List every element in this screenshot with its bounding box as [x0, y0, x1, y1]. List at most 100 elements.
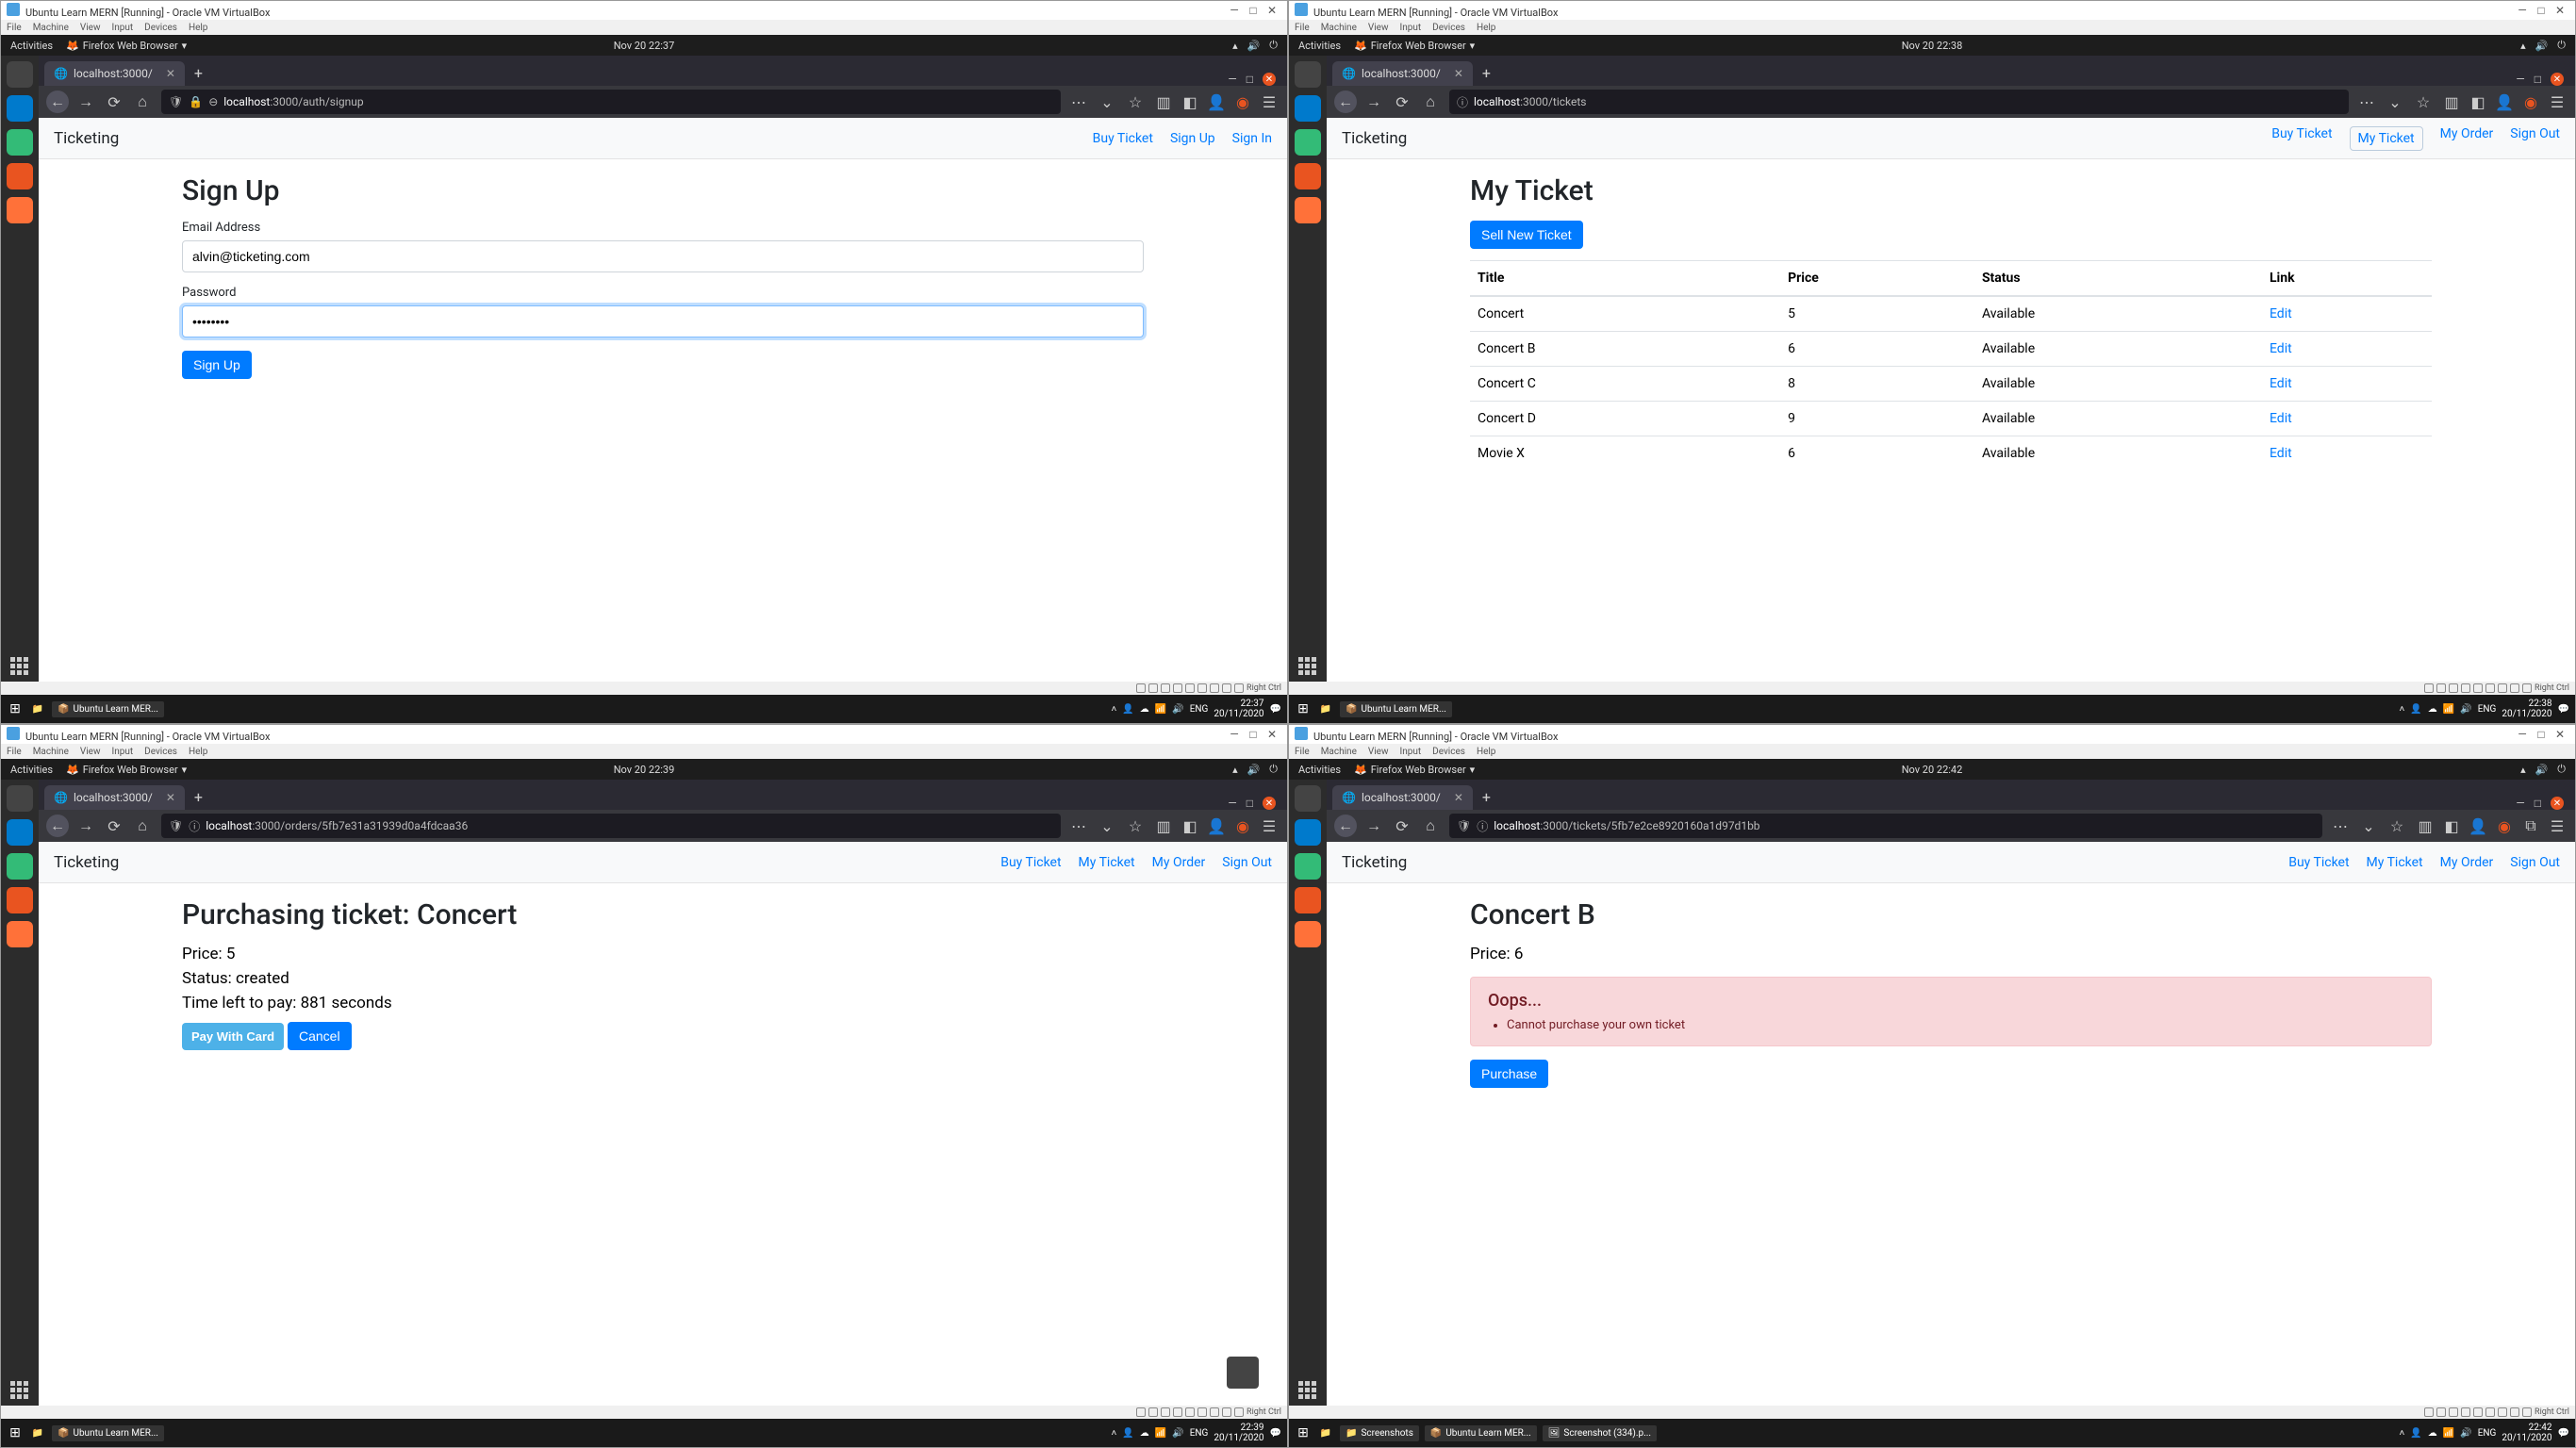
nav-sign-up[interactable]: Sign Up [1170, 131, 1215, 146]
new-tab-button[interactable]: + [185, 60, 212, 86]
menu-help[interactable]: Help [189, 23, 207, 33]
dock-settings-icon[interactable] [1295, 163, 1321, 189]
brand[interactable]: Ticketing [1342, 129, 1407, 148]
menu-input[interactable]: Input [112, 23, 134, 33]
home-button[interactable]: ⌂ [131, 90, 154, 113]
activities-button[interactable]: Activities [10, 40, 53, 52]
tray-volume-icon[interactable]: 🔊 [1172, 704, 1183, 715]
cancel-button[interactable]: Cancel [288, 1022, 352, 1050]
browser-tab[interactable]: 🌐localhost:3000/✕ [44, 61, 185, 86]
tray-cloud-icon[interactable]: ☁ [1140, 704, 1149, 715]
volume-icon[interactable]: 🔊 [1247, 40, 1261, 52]
email-field[interactable] [182, 240, 1144, 272]
nav-my-ticket[interactable]: My Ticket [2350, 126, 2423, 151]
dock-terminal-icon[interactable] [1295, 129, 1321, 156]
edit-link[interactable]: Edit [2270, 376, 2292, 391]
win-minimize[interactable]: — [1228, 73, 1236, 86]
maximize-button[interactable]: □ [2532, 4, 2551, 17]
dock-settings-icon[interactable] [7, 163, 33, 189]
nav-sign-out[interactable]: Sign Out [1222, 855, 1272, 870]
nav-my-ticket[interactable]: My Ticket [1079, 855, 1135, 870]
minimize-button[interactable]: — [1225, 4, 1244, 17]
menu-icon[interactable]: ☰ [1259, 91, 1280, 112]
nav-my-order[interactable]: My Order [2440, 855, 2494, 870]
edit-link[interactable]: Edit [2270, 306, 2292, 321]
sell-new-ticket-button[interactable]: Sell New Ticket [1470, 221, 1583, 249]
tray-up-icon[interactable]: ˄ [1111, 704, 1116, 715]
purchase-button[interactable]: Purchase [1470, 1060, 1548, 1088]
start-button[interactable]: ⊞ [7, 700, 24, 717]
forward-button[interactable]: → [1362, 90, 1385, 113]
network-icon[interactable]: ▴ [1232, 40, 1238, 52]
library-icon[interactable]: ▥ [1153, 91, 1174, 112]
back-button[interactable]: ← [1334, 90, 1357, 113]
password-field[interactable] [182, 305, 1144, 337]
close-button[interactable]: ✕ [1263, 4, 1281, 17]
menu-machine[interactable]: Machine [33, 23, 69, 33]
win-maximize[interactable]: □ [1247, 73, 1253, 86]
sidebar-icon[interactable]: ◧ [1180, 91, 1200, 112]
edit-link[interactable]: Edit [2270, 446, 2292, 461]
win-close[interactable]: ✕ [1263, 73, 1276, 86]
edit-link[interactable]: Edit [2270, 341, 2292, 356]
browser-tab[interactable]: 🌐localhost:3000/✕ [1332, 61, 1473, 86]
pay-button[interactable]: Pay With Card [182, 1023, 284, 1050]
clock[interactable]: Nov 20 22:37 [614, 40, 675, 52]
task-screenshots[interactable]: 📁Screenshots [1340, 1425, 1419, 1441]
tab-close-icon[interactable]: ✕ [1454, 67, 1463, 80]
back-button[interactable]: ← [46, 90, 69, 113]
clock[interactable]: Nov 20 22:39 [614, 764, 675, 776]
tray-people-icon[interactable]: 👤 [1122, 704, 1133, 715]
tray-lang-icon[interactable]: ENG [1190, 704, 1209, 715]
maximize-button[interactable]: □ [1244, 4, 1263, 17]
start-button[interactable]: ⊞ [1295, 700, 1312, 717]
bookmark-icon[interactable]: ☆ [1125, 91, 1146, 112]
dock-terminal-icon[interactable] [7, 129, 33, 156]
dock-files-icon[interactable] [7, 61, 33, 88]
nav-sign-out[interactable]: Sign Out [2510, 126, 2560, 151]
home-button[interactable]: ⌂ [1419, 90, 1442, 113]
address-bar[interactable]: 🛡 🔒 ⊖ localhost:3000/auth/signup [161, 90, 1061, 114]
signup-button[interactable]: Sign Up [182, 351, 252, 379]
nav-my-order[interactable]: My Order [1152, 855, 1206, 870]
show-applications-icon[interactable] [1298, 657, 1317, 676]
menu-view[interactable]: View [80, 23, 101, 33]
notifications-icon[interactable]: 💬 [1270, 704, 1281, 715]
nav-sign-in[interactable]: Sign In [1232, 131, 1272, 146]
brand[interactable]: Ticketing [54, 129, 119, 148]
app-menu[interactable]: Firefox Web Browser [83, 40, 178, 52]
task-virtualbox[interactable]: 📦Ubuntu Learn MER... [52, 701, 164, 717]
minimize-button[interactable]: — [2513, 4, 2532, 17]
tray-wifi-icon[interactable]: 📶 [1155, 704, 1166, 715]
task-photos[interactable]: 🖼Screenshot (334).p... [1543, 1425, 1657, 1441]
reload-button[interactable]: ⟳ [1391, 90, 1413, 113]
clock[interactable]: Nov 20 22:42 [1902, 764, 1963, 776]
extension-icon[interactable]: ◉ [1232, 91, 1253, 112]
activities-button[interactable]: Activities [1298, 40, 1341, 52]
reload-button[interactable]: ⟳ [103, 90, 125, 113]
close-button[interactable]: ✕ [2551, 4, 2569, 17]
dock-vscode-icon[interactable] [1295, 95, 1321, 122]
save-pocket-icon[interactable]: ⌄ [1097, 91, 1117, 112]
show-applications-icon[interactable] [10, 657, 29, 676]
forward-button[interactable]: → [74, 90, 97, 113]
nav-buy-ticket[interactable]: Buy Ticket [2271, 126, 2332, 151]
account-icon[interactable]: 👤 [1206, 91, 1227, 112]
dock-firefox-icon[interactable] [7, 197, 33, 223]
edit-link[interactable]: Edit [2270, 411, 2292, 426]
nav-sign-out[interactable]: Sign Out [2510, 855, 2560, 870]
menu-devices[interactable]: Devices [144, 23, 177, 33]
address-bar[interactable]: ⓘ localhost:3000/tickets [1449, 90, 2349, 114]
task-explorer-icon[interactable]: 📁 [29, 700, 46, 717]
dock-firefox-icon[interactable] [1295, 197, 1321, 223]
dock-files-icon[interactable] [1295, 61, 1321, 88]
nav-my-order[interactable]: My Order [2440, 126, 2494, 151]
nav-buy-ticket[interactable]: Buy Ticket [2288, 855, 2349, 870]
power-icon[interactable]: ⏻ [1269, 39, 1278, 52]
clock[interactable]: Nov 20 22:38 [1902, 40, 1963, 52]
page-actions-icon[interactable]: ⋯ [1068, 91, 1089, 112]
nav-buy-ticket[interactable]: Buy Ticket [1093, 131, 1153, 146]
nav-buy-ticket[interactable]: Buy Ticket [1000, 855, 1061, 870]
new-tab-button[interactable]: + [1473, 60, 1500, 86]
dock-vscode-icon[interactable] [7, 95, 33, 122]
